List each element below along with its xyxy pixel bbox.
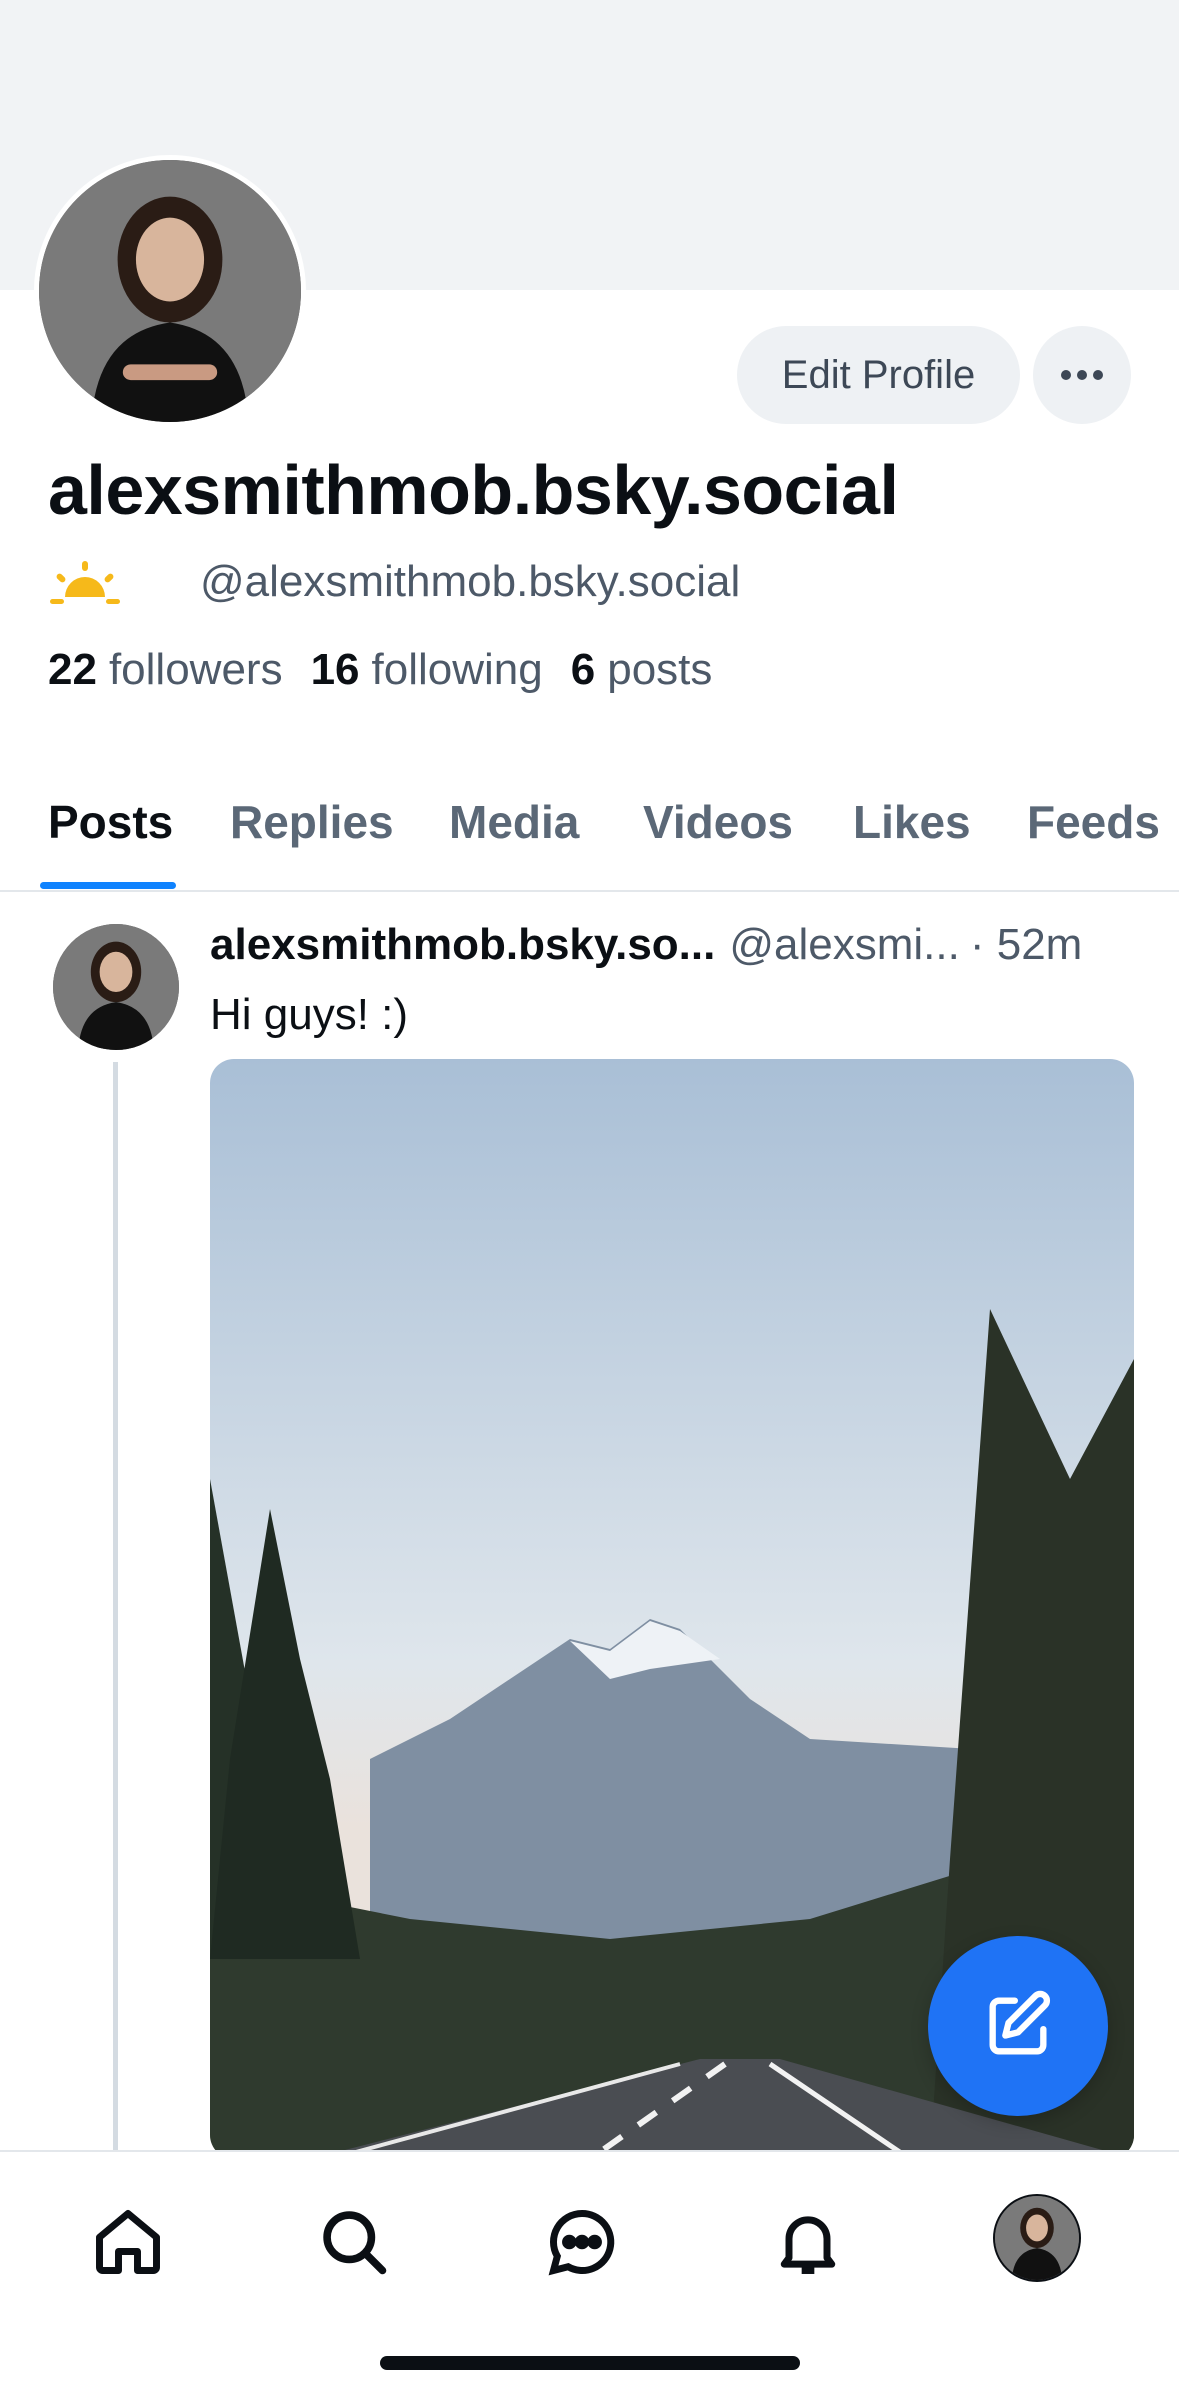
post-header: alexsmithmob.bsky.so... @alexsmi... · 52…	[210, 920, 1135, 970]
posts-label: posts	[607, 645, 713, 694]
tab-media[interactable]: Media	[449, 795, 579, 849]
tab-likes[interactable]: Likes	[853, 795, 971, 849]
thread-line	[113, 1062, 118, 2152]
tab-replies[interactable]: Replies	[230, 795, 394, 849]
followers-stat[interactable]: 22 followers	[48, 645, 283, 695]
nav-home[interactable]	[83, 2197, 173, 2287]
profile-stats: 22 followers 16 following 6 posts	[48, 645, 712, 695]
post-text: Hi guys! :)	[210, 990, 409, 1039]
avatar-image	[995, 2196, 1079, 2280]
sun-icon	[50, 561, 120, 604]
handle-row: @alexsmithmob.bsky.social	[50, 557, 740, 607]
ellipsis-icon	[1061, 370, 1103, 380]
home-indicator	[380, 2356, 800, 2370]
search-icon	[323, 2211, 387, 2275]
tab-videos[interactable]: Videos	[643, 795, 793, 849]
bell-icon	[780, 2216, 836, 2274]
home-icon	[96, 2210, 160, 2274]
avatar-image	[39, 160, 301, 422]
tab-feeds[interactable]: Feeds	[1027, 795, 1160, 849]
profile-handle: @alexsmithmob.bsky.social	[200, 557, 741, 606]
nav-profile-avatar[interactable]	[993, 2194, 1081, 2282]
post-author-name[interactable]: alexsmithmob.bsky.so...	[210, 920, 715, 970]
posts-stat: 6 posts	[571, 645, 713, 695]
display-name: alexsmithmob.bsky.social	[48, 451, 899, 529]
posts-count: 6	[570, 645, 596, 694]
compose-post-button[interactable]	[928, 1936, 1108, 2116]
chat-icon	[548, 2210, 615, 2276]
post-timestamp[interactable]: · 52m	[970, 920, 1082, 970]
more-options-button[interactable]	[1033, 326, 1131, 424]
followers-label: followers	[108, 645, 283, 694]
nav-notifications[interactable]	[763, 2197, 853, 2287]
tab-posts[interactable]: Posts	[48, 795, 173, 849]
nav-search[interactable]	[309, 2197, 399, 2287]
followers-count: 22	[48, 645, 97, 694]
profile-avatar[interactable]	[34, 155, 306, 427]
post-author-avatar[interactable]	[53, 924, 179, 1050]
following-stat[interactable]: 16 following	[311, 645, 543, 695]
post-author-handle[interactable]: @alexsmi...	[729, 920, 959, 970]
avatar-image	[53, 924, 179, 1050]
active-tab-indicator	[40, 882, 176, 889]
following-label: following	[371, 645, 543, 694]
following-count: 16	[310, 645, 360, 694]
compose-icon	[989, 1990, 1050, 2055]
edit-profile-button[interactable]: Edit Profile	[737, 326, 1020, 424]
profile-tabs: Posts Replies Media Videos Likes Feeds	[0, 785, 1179, 892]
nav-chat[interactable]	[537, 2197, 627, 2287]
